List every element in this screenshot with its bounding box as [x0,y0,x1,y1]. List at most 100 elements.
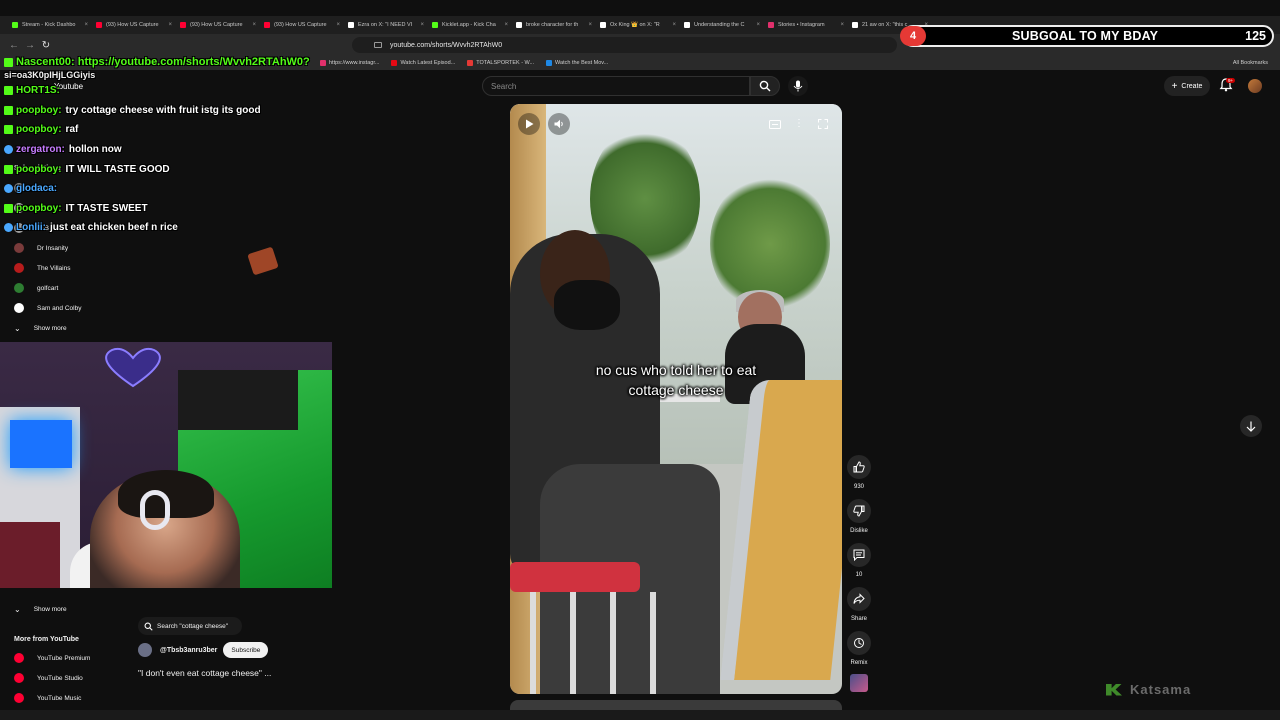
tab-close-icon[interactable]: × [838,22,844,28]
thumbs-down-icon [853,505,865,517]
comments-action[interactable]: 10 [847,543,871,578]
tab-close-icon[interactable]: × [670,22,676,28]
tab-close-icon[interactable]: × [418,22,424,28]
captions-button[interactable] [766,115,784,133]
bookmark-label: Watch the Best Mov... [555,60,609,66]
back-icon[interactable]: ← [6,40,22,51]
url-field[interactable]: youtube.com/shorts/Wvvh2RTAhW0 [352,37,897,53]
sidebar-more-item[interactable]: YouTube Studio [14,670,83,686]
remix-button[interactable] [847,631,871,655]
chat-text: IT WILL TASTE GOOD [65,163,170,175]
tab-label: Understanding the C [694,22,745,28]
share-button[interactable] [847,587,871,611]
bookmark-favicon-icon [546,60,553,66]
channel-avatar[interactable] [138,643,152,657]
account-avatar[interactable] [1248,79,1262,93]
tab-close-icon[interactable]: × [250,22,256,28]
browser-tab[interactable]: Understanding the C × [680,16,764,34]
tab-favicon-icon [180,22,186,28]
sidebar-more-item[interactable]: YouTube Music [14,690,81,706]
bookmark-item[interactable]: Watch Latest Episod... [391,60,455,66]
site-info-icon[interactable] [374,42,382,48]
channel-avatar-icon [14,263,24,273]
voice-search-button[interactable] [788,76,808,96]
all-bookmarks-button[interactable]: All Bookmarks [1233,60,1268,66]
play-button[interactable] [518,113,540,135]
sidebar-item-label: Sam and Colby [37,304,82,312]
more-options-button[interactable]: ⋮ [790,115,808,133]
search-button[interactable] [750,76,780,96]
dislike-action[interactable]: Dislike [847,499,871,534]
browser-tab[interactable]: broke character for th × [512,16,596,34]
subgoal-overlay: 4 SUBGOAL TO MY BDAY 125 [900,25,1274,47]
channel-avatar-icon [14,243,24,253]
sidebar-subscription-item[interactable]: Sam and Colby [14,300,81,316]
watermark-text: Katsama [1130,682,1192,697]
related-search-chip[interactable]: Search "cottage cheese" [138,617,242,635]
tab-label: Stream - Kick Dashbo [22,22,76,28]
subgoal-badge: 4 [900,26,926,46]
sidebar-item-label: YouTube Premium [37,654,91,662]
channel-avatar-icon [14,653,24,663]
show-more-button-2[interactable]: ⌄ Show more [14,601,67,617]
browser-tab[interactable]: Stories • Instagram × [764,16,848,34]
tab-close-icon[interactable]: × [586,22,592,28]
share-action[interactable]: Share [847,587,871,622]
caption-line-2: cottage cheese [628,382,724,398]
comments-button[interactable] [847,543,871,567]
sound-thumbnail[interactable] [850,674,868,692]
tab-close-icon[interactable]: × [754,22,760,28]
bookmark-item[interactable]: TOTALSPORTEK - W... [467,60,534,66]
subscribe-button[interactable]: Subscribe [223,642,269,658]
chat-badge-icon [4,203,13,213]
browser-tab[interactable]: (93) How US Capture × [176,16,260,34]
bookmark-label: https://www.instagr... [329,60,380,66]
bookmark-favicon-icon [467,60,474,66]
chat-link-text: Nascent00: https://youtube.com/shorts/Wv… [16,56,310,68]
browser-tab[interactable]: (93) How US Capture × [260,16,344,34]
more-from-youtube-heading: More from YouTube [14,636,79,643]
tab-label: broke character for th [526,22,579,28]
share-label: Share [850,616,867,622]
like-count: 930 [853,484,864,490]
like-action[interactable]: 930 [847,455,871,490]
bookmark-item[interactable]: Watch the Best Mov... [546,60,608,66]
sidebar-subscription-item[interactable]: The Villains [14,260,70,276]
chat-message: poopboy: IT WILL TASTE GOOD [4,159,334,179]
sidebar-subscription-item[interactable]: Dr Insanity [14,240,68,256]
reload-icon[interactable]: ↻ [38,40,54,51]
channel-avatar-icon [14,673,24,683]
search-input[interactable]: Search [482,76,750,96]
browser-tab[interactable]: Ox King 👑 on X: "R × [596,16,680,34]
short-title[interactable]: "I don't even eat cottage cheese" ... [138,668,271,678]
browser-tab[interactable]: Stream - Kick Dashbo × [8,16,92,34]
like-button[interactable] [847,455,871,479]
tab-close-icon[interactable]: × [334,22,340,28]
next-video-button[interactable] [1240,415,1262,437]
fullscreen-button[interactable] [814,115,832,133]
sidebar-subscription-item[interactable]: golfcart [14,280,58,296]
channel-row: @Tbsb3anru3ber Subscribe [138,641,269,659]
browser-tab[interactable]: (93) How US Capture × [92,16,176,34]
tab-close-icon[interactable]: × [166,22,172,28]
volume-button[interactable] [548,113,570,135]
chat-message-continued: si=oa3K0pIHjLGGiyis [4,69,334,81]
chat-message: HORT1S: [4,81,334,101]
channel-name[interactable]: @Tbsb3anru3ber [160,647,217,654]
tab-label: (93) How US Capture [190,22,243,28]
dislike-button[interactable] [847,499,871,523]
remix-action[interactable]: Remix [847,631,871,666]
browser-tab[interactable]: Ezra on X: "I NEED VI × [344,16,428,34]
remix-label: Remix [850,660,868,666]
show-more-button[interactable]: ⌄ Show more [14,320,67,336]
remix-icon [854,638,864,648]
browser-tab[interactable]: Kicklet.app - Kick Cha × [428,16,512,34]
share-icon [853,593,865,604]
sidebar-more-item[interactable]: YouTube Premium [14,650,90,666]
shorts-video-player[interactable]: no cus who told her to eat cottage chees… [510,104,842,694]
tab-close-icon[interactable]: × [82,22,88,28]
tab-close-icon[interactable]: × [502,22,508,28]
chat-text: IT TASTE SWEET [65,202,148,214]
forward-icon[interactable]: → [22,40,38,51]
create-button[interactable]: + Create [1164,76,1210,96]
